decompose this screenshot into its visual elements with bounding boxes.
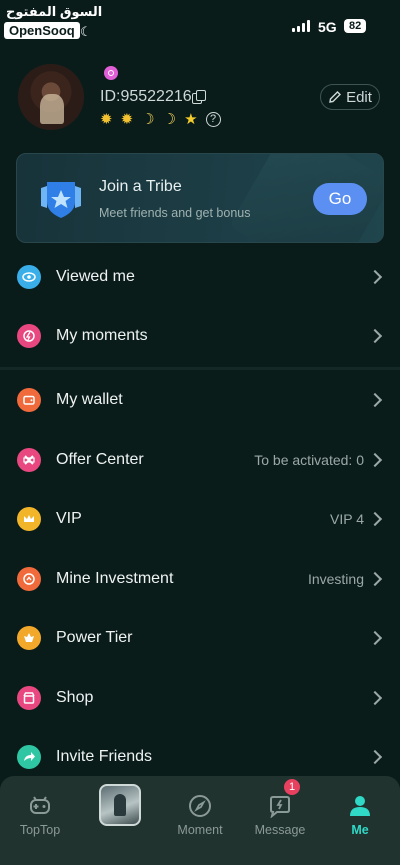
chevron-right-icon: [367, 690, 383, 706]
tribe-title: Join a Tribe: [99, 178, 182, 195]
chevron-right-icon: [367, 511, 383, 527]
pencil-icon: [329, 91, 342, 103]
star-icon: ★: [184, 111, 198, 128]
menu-item-power-tier[interactable]: Power Tier: [0, 610, 400, 666]
chevron-right-icon: [367, 269, 383, 285]
menu-item-my-moments[interactable]: My moments: [0, 308, 400, 364]
message-icon: [270, 796, 290, 818]
compass-icon: [189, 795, 211, 817]
menu-item-mine-investment[interactable]: Mine Investment Investing: [0, 551, 400, 607]
game-icon: [30, 796, 50, 814]
chevron-right-icon: [367, 328, 383, 344]
tab-moment[interactable]: Moment: [165, 784, 235, 844]
menu-item-viewed-me[interactable]: Viewed me: [0, 249, 400, 305]
avatar[interactable]: [18, 64, 84, 130]
help-icon[interactable]: ?: [205, 111, 221, 127]
tab-label: Moment: [177, 823, 223, 837]
menu-label: Offer Center: [56, 451, 144, 468]
wallet-icon: [17, 388, 41, 412]
section-divider: [0, 367, 400, 370]
tab-label: Message: [254, 823, 306, 837]
watermark-arabic: السوق المفتوح: [6, 4, 103, 19]
menu-item-my-wallet[interactable]: My wallet: [0, 372, 400, 428]
verified-badge-icon: [104, 66, 118, 80]
offer-icon: [17, 448, 41, 472]
profile-thumbnail-tab[interactable]: [99, 784, 141, 826]
moon-icon: ☽: [162, 111, 177, 128]
edit-label: Edit: [346, 88, 372, 106]
menu-label: My wallet: [56, 391, 123, 408]
tribe-shield-icon: [41, 182, 81, 218]
moments-icon: [17, 324, 41, 348]
battery-indicator: 82: [344, 19, 367, 33]
invite-icon: [17, 745, 41, 769]
tab-message[interactable]: Message: [245, 784, 315, 844]
shop-icon: [17, 686, 41, 710]
message-badge: 1: [284, 779, 300, 795]
tab-label: Me: [351, 823, 369, 837]
menu-label: Shop: [56, 689, 94, 706]
menu-item-vip[interactable]: VIP VIP 4: [0, 491, 400, 547]
investment-status: Investing: [307, 571, 364, 587]
focus-moon-icon: ☾: [80, 24, 92, 39]
chevron-right-icon: [367, 630, 383, 646]
menu-item-shop[interactable]: Shop: [0, 670, 400, 726]
signal-icon: [292, 20, 314, 32]
menu-label: Viewed me: [56, 268, 135, 285]
menu-label: Power Tier: [56, 629, 133, 646]
chevron-right-icon: [367, 571, 383, 587]
tab-label: TopTop: [19, 823, 61, 837]
menu-label: My moments: [56, 327, 148, 344]
go-button[interactable]: Go: [313, 183, 367, 215]
tribe-subtitle: Meet friends and get bonus: [99, 206, 251, 220]
network-label: 5G: [318, 19, 337, 35]
user-id: ID:95522216: [100, 88, 192, 105]
moon-icon: ☽: [141, 111, 155, 128]
chevron-right-icon: [367, 452, 383, 468]
status-bar: السوق المفتوح OpenSooq ☾ 5G 82: [0, 0, 400, 42]
vip-level: VIP 4: [330, 511, 364, 527]
power-tier-icon: [17, 626, 41, 650]
sun-icon: ✹: [100, 111, 113, 128]
chevron-right-icon: [367, 749, 383, 765]
tab-me[interactable]: Me: [325, 784, 395, 844]
chevron-right-icon: [367, 392, 383, 408]
join-tribe-banner[interactable]: Join a Tribe Meet friends and get bonus …: [16, 153, 384, 243]
bottom-tab-bar: TopTop Moment Message Me: [0, 776, 400, 865]
copy-icon[interactable]: [192, 90, 206, 104]
menu-label: Mine Investment: [56, 570, 174, 587]
edit-profile-button[interactable]: Edit: [320, 84, 380, 110]
watermark-brand: OpenSooq: [4, 22, 80, 39]
sun-icon: ✹: [120, 111, 134, 128]
menu-label: Invite Friends: [56, 748, 153, 765]
crown-icon: [17, 507, 41, 531]
tab-toptop[interactable]: TopTop: [5, 784, 75, 844]
level-badges: ✹ ✹ ☽ ☽ ★ ?: [100, 110, 221, 128]
eye-icon: [17, 265, 41, 289]
person-icon: [350, 796, 370, 816]
offer-status: To be activated: 0: [254, 452, 364, 468]
menu-label: VIP: [56, 510, 82, 527]
investment-icon: [17, 567, 41, 591]
menu-item-offer-center[interactable]: Offer Center To be activated: 0: [0, 432, 400, 488]
